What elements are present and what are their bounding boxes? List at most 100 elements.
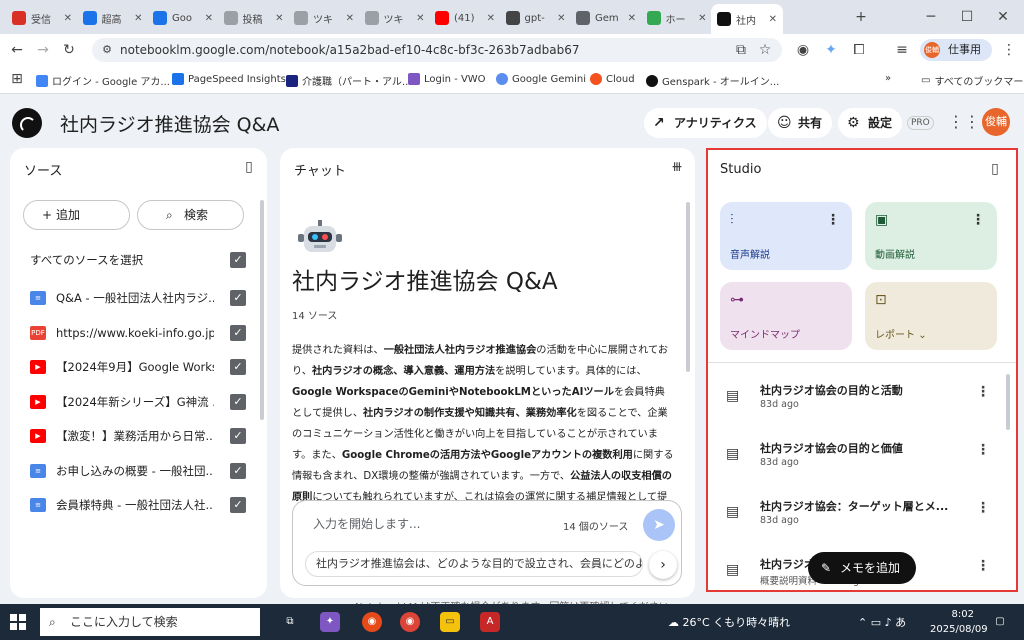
sources-scrollbar[interactable] [260,200,264,420]
install-app-icon[interactable]: ⧉ [732,41,750,59]
source-checkbox[interactable]: ✓ [230,462,246,479]
task-view-icon[interactable]: ⧉ [280,612,300,632]
more-icon[interactable]: ⋮ [976,384,990,400]
user-avatar[interactable]: 俊輔 [982,108,1010,136]
browser-tab[interactable]: Gem ✕ [570,6,642,30]
notebooklm-logo[interactable] [12,108,42,138]
notifications-icon[interactable]: ▢ [990,612,1010,632]
chat-input[interactable]: 入力を開始します... [313,515,420,532]
saved-note[interactable]: ▤ 社内ラジオ協会の目的と活動 83d ago ⋮ [726,382,996,422]
saved-note[interactable]: ▤ 社内ラジオ協会：ターゲット層とメ... 83d ago ⋮ [726,498,996,538]
report-card[interactable]: ⊡ レポート ⌄ [865,282,997,350]
source-item[interactable]: ≡ 会員様特典 - 一般社団法人社... ✓ [30,495,246,515]
bookmark-vwo[interactable]: Login - VWO [408,73,486,85]
more-icon[interactable]: ⋮ [976,500,990,516]
chrome-icon[interactable]: ◉ [362,612,382,632]
bookmarks-overflow[interactable]: » [885,73,891,84]
close-tab-icon[interactable]: ✕ [487,13,495,24]
system-tray[interactable]: ⌃ ▭ ♪ あ [858,614,906,630]
source-checkbox[interactable]: ✓ [230,324,246,341]
browser-tab[interactable]: ツキ ✕ [359,6,431,30]
close-tab-icon[interactable]: ✕ [205,13,213,24]
bookmark-gemini[interactable]: Google Gemini [496,73,586,85]
back-icon[interactable]: ← [8,41,26,59]
close-tab-icon[interactable]: ✕ [769,14,777,25]
browser-tab[interactable]: gpt- ✕ [500,6,572,30]
chevron-right-icon[interactable]: › [649,551,677,579]
apps-grid-icon[interactable]: ⊞ [8,70,26,88]
settings-button[interactable]: ⚙ 設定 [838,108,903,138]
discover-sources-button[interactable]: ⌕ 検索 [137,200,244,230]
more-icon[interactable]: ⋮ [976,442,990,458]
source-item[interactable]: ▶ 【2024年新シリーズ】G神流 ... ✓ [30,392,246,412]
close-tab-icon[interactable]: ✕ [275,13,283,24]
close-tab-icon[interactable]: ✕ [346,13,354,24]
source-checkbox[interactable]: ✓ [230,393,246,410]
send-button[interactable]: ➤ [643,509,675,541]
analytics-button[interactable]: ↗ アナリティクス [644,108,767,138]
new-tab-icon[interactable]: + [852,8,870,26]
close-tab-icon[interactable]: ✕ [698,13,706,24]
bookmark-kaigo[interactable]: 介護職（パート・アル... [286,73,411,88]
suggested-question[interactable]: 社内ラジオ推進協会は、どのような目的で設立され、会員にどのよ [305,551,643,577]
source-item[interactable]: ≡ Q&A - 一般社団法人社内ラジ... ✓ [30,288,246,308]
minimize-icon[interactable]: ─ [922,8,940,26]
reload-icon[interactable]: ↻ [60,41,78,59]
saved-note[interactable]: ▤ 社内ラジオ協会の目的と価値 83d ago ⋮ [726,440,996,480]
mindmap-card[interactable]: ⊶ マインドマップ [720,282,852,350]
more-icon[interactable]: ⋮ [976,558,990,574]
extension-gem-icon[interactable]: ✦ [822,41,840,59]
add-note-button[interactable]: ✎ メモを追加 [808,552,916,584]
bookmark-genspark[interactable]: Genspark - オールイン... [646,73,779,88]
source-item[interactable]: PDF https://www.koeki-info.go.jp/... ✓ [30,323,246,343]
bookmark-pagespeed[interactable]: PageSpeed Insights [172,73,286,85]
taskbar-search[interactable]: ⌕ ここに入力して検索 [40,608,260,636]
share-button[interactable]: ☺ 共有 [768,108,833,138]
video-overview-card[interactable]: ▣ 動画解説 ⋮ [865,202,997,270]
window-close-icon[interactable]: ✕ [994,8,1012,26]
source-item[interactable]: ▶ 【激変！】業務活用から日常... ✓ [30,426,246,446]
source-item[interactable]: ≡ お申し込みの概要 - 一般社団... ✓ [30,461,246,481]
all-bookmarks[interactable]: ▭ すべてのブックマーク [921,73,1024,88]
chat-scrollbar[interactable] [686,202,690,372]
browser-tab[interactable]: Goo ✕ [147,6,219,30]
source-checkbox[interactable]: ✓ [230,290,246,306]
browser-tab[interactable]: ツキ ✕ [288,6,360,30]
bookmark-cloud[interactable]: Cloud [590,73,635,85]
select-all-checkbox[interactable]: ✓ [230,252,246,268]
browser-tab[interactable]: 投稿 ✕ [218,6,290,30]
audio-overview-card[interactable]: ⫶ 音声解説 ⋮ [720,202,852,270]
source-checkbox[interactable]: ✓ [230,359,246,375]
source-item[interactable]: ▶ 【2024年9月】Google Works... ✓ [30,357,246,377]
weather[interactable]: ☁ 26°C くもり時々晴れ [668,614,790,630]
source-checkbox[interactable]: ✓ [230,428,246,444]
chat-input-box[interactable]: 入力を開始します... 14 個のソース ➤ 社内ラジオ推進協会は、どのような目… [292,500,682,586]
camera-icon[interactable]: ◉ [794,41,812,59]
browser-tab[interactable]: 受信 ✕ [6,6,78,30]
clock[interactable]: 8:02 2025/08/09 [930,607,988,637]
media-list-icon[interactable]: ≡ [893,41,911,59]
copilot-icon[interactable]: ✦ [320,612,340,632]
site-info-icon[interactable]: ⚙ [98,41,116,59]
profile-button[interactable]: 俊輔 仕事用 [920,39,992,61]
more-icon[interactable]: ⋮ [971,212,985,228]
select-all-row[interactable]: すべてのソースを選択 ✓ [30,250,246,270]
browser-tab[interactable]: ホー ✕ [641,6,713,30]
acrobat-icon[interactable]: A [480,612,500,632]
menu-icon[interactable]: ⋮ [1000,41,1018,59]
chat-settings-icon[interactable]: ⧻ [668,158,686,176]
file-explorer-icon[interactable]: ▭ [440,612,460,632]
forward-icon[interactable]: → [34,41,52,59]
source-checkbox[interactable]: ✓ [230,497,246,513]
google-apps-icon[interactable]: ⋮⋮ [948,112,980,131]
collapse-panel-icon[interactable]: ▯ [986,160,1004,178]
more-icon[interactable]: ⋮ [826,212,840,228]
add-source-button[interactable]: + 追加 [23,200,130,230]
close-tab-icon[interactable]: ✕ [64,13,72,24]
address-bar[interactable]: ⚙ notebooklm.google.com/notebook/a15a2ba… [92,38,782,62]
close-tab-icon[interactable]: ✕ [134,13,142,24]
bookmark-google-login[interactable]: ログイン - Google アカ... [36,73,170,88]
browser-tab[interactable]: 社内 ✕ [711,4,783,34]
close-tab-icon[interactable]: ✕ [416,13,424,24]
browser-tab[interactable]: 超高 ✕ [77,6,149,30]
